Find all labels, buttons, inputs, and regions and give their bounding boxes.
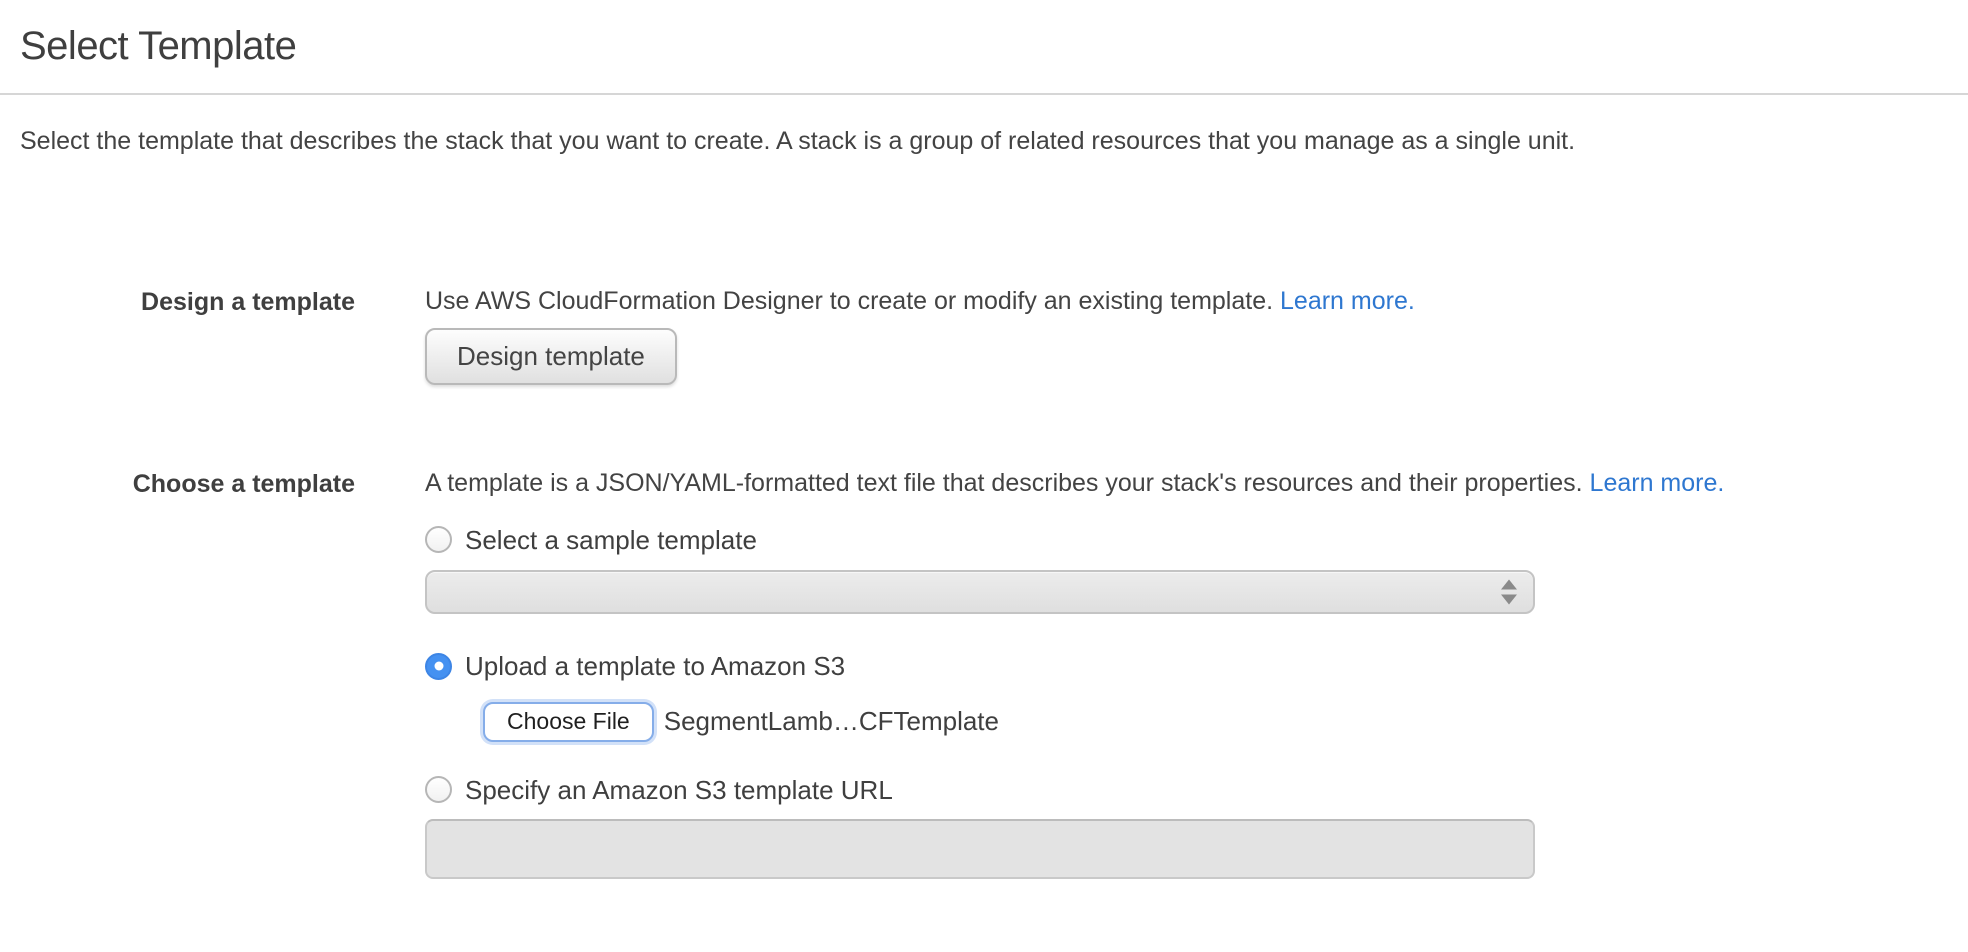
design-template-row: Design a template Use AWS CloudFormation… [0, 286, 1968, 385]
arrow-up-icon [1501, 580, 1517, 590]
sample-template-radio[interactable] [425, 526, 452, 553]
upload-template-radio[interactable] [425, 653, 452, 680]
sample-template-select[interactable] [425, 570, 1535, 614]
choose-template-row: Choose a template A template is a JSON/Y… [0, 468, 1968, 879]
select-template-form: Design a template Use AWS CloudFormation… [0, 286, 1968, 879]
design-template-description-line: Use AWS CloudFormation Designer to creat… [425, 286, 1968, 317]
specify-url-radio-label[interactable]: Specify an Amazon S3 template URL [465, 774, 893, 807]
choose-template-label: Choose a template [0, 468, 425, 500]
selected-file-name: SegmentLamb…CFTemplate [664, 705, 999, 738]
specify-url-radio[interactable] [425, 776, 452, 803]
page-title: Select Template [20, 24, 1948, 68]
design-template-description: Use AWS CloudFormation Designer to creat… [425, 287, 1273, 315]
design-learn-more-link[interactable]: Learn more. [1280, 287, 1415, 315]
choose-template-description-line: A template is a JSON/YAML-formatted text… [425, 468, 1968, 499]
choose-learn-more-link[interactable]: Learn more. [1590, 469, 1725, 497]
select-template-page: Select Template Select the template that… [0, 24, 1968, 952]
file-input-row: Choose File SegmentLamb…CFTemplate [483, 702, 1968, 742]
choose-file-button[interactable]: Choose File [483, 702, 654, 742]
upload-template-radio-label[interactable]: Upload a template to Amazon S3 [465, 650, 845, 683]
radio-option-sample-template[interactable]: Select a sample template [425, 524, 1968, 557]
header-divider [0, 93, 1968, 95]
radio-option-specify-url[interactable]: Specify an Amazon S3 template URL [425, 774, 1968, 807]
page-description: Select the template that describes the s… [20, 126, 1948, 156]
arrow-down-icon [1501, 595, 1517, 605]
design-template-button[interactable]: Design template [425, 328, 677, 385]
radio-option-upload-template[interactable]: Upload a template to Amazon S3 [425, 650, 1968, 683]
choose-template-description: A template is a JSON/YAML-formatted text… [425, 469, 1583, 497]
select-stepper-icon [1501, 580, 1517, 605]
s3-url-input[interactable] [425, 819, 1535, 879]
design-template-label: Design a template [0, 286, 425, 318]
sample-template-radio-label[interactable]: Select a sample template [465, 524, 757, 557]
